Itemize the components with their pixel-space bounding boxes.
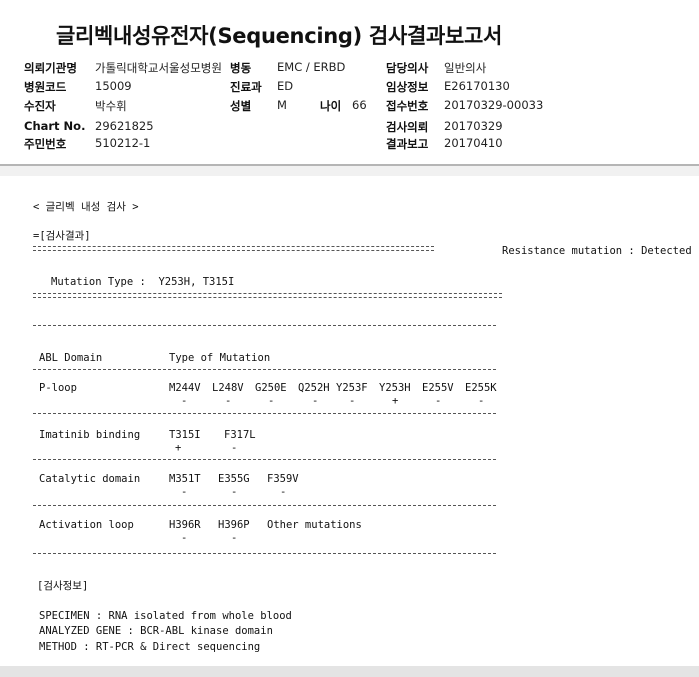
report-date-value: 20170410 <box>444 136 503 150</box>
mutation-mark: - <box>349 395 356 407</box>
mutation-code: Y253H <box>379 382 411 394</box>
receipt-no-label: 접수번호 <box>386 99 429 113</box>
mutation-code: E255K <box>465 382 497 394</box>
sex-label: 성별 <box>230 99 252 113</box>
doctor-value: 일반의사 <box>444 61 487 75</box>
mutation-mark: - <box>312 395 319 407</box>
mutation-mark: - <box>181 532 188 544</box>
ward-label: 병동 <box>230 61 252 75</box>
chart-no-value: 29621825 <box>95 119 154 133</box>
patient-label: 수진자 <box>24 99 56 113</box>
col-header-domain: ABL Domain <box>39 352 103 364</box>
request-date-label: 검사의뢰 <box>386 120 429 134</box>
result-header: =[검사결과] <box>33 230 91 242</box>
department-label: 진료과 <box>230 80 262 94</box>
bottom-bar <box>0 666 699 677</box>
mutation-mark: - <box>225 395 232 407</box>
report-header: 글리벡내성유전자(Sequencing) 검사결과보고서 의뢰기관명 가톨릭대학… <box>0 0 699 166</box>
mutation-mark: - <box>478 395 485 407</box>
col-header-type: Type of Mutation <box>169 352 271 364</box>
mutation-code: E255V <box>422 382 454 394</box>
section-gap <box>0 166 699 176</box>
mutation-code: G250E <box>255 382 287 394</box>
mutation-code: H396R <box>169 519 201 531</box>
table-rule <box>33 369 496 370</box>
mutation-code: L248V <box>212 382 244 394</box>
mutation-mark: - <box>231 532 238 544</box>
clinical-info-value: E26170130 <box>444 79 510 93</box>
institution-value: 가톨릭대학교서울성모병원 <box>95 61 222 75</box>
mutation-code: Y253F <box>336 382 368 394</box>
hospital-code-label: 병원코드 <box>24 80 67 94</box>
age-value: 66 <box>352 98 367 112</box>
request-date-value: 20170329 <box>444 119 503 133</box>
domain-name: P-loop <box>39 382 77 394</box>
department-value: ED <box>277 79 294 93</box>
method-line: METHOD : RT-PCR & Direct sequencing <box>39 641 261 653</box>
mutation-type: Mutation Type : Y253H, T315I <box>51 276 235 288</box>
ward-value: EMC / ERBD <box>277 60 346 74</box>
chart-no-label: Chart No. <box>24 119 86 133</box>
resistance-status: Resistance mutation : Detected <box>502 245 692 257</box>
institution-label: 의뢰기관명 <box>24 61 77 75</box>
domain-name: Activation loop <box>39 519 134 531</box>
specimen-line: SPECIMEN : RNA isolated from whole blood <box>39 610 292 622</box>
resident-no-label: 주민번호 <box>24 137 67 151</box>
mutation-mark: - <box>435 395 442 407</box>
patient-value: 박수휘 <box>95 99 127 113</box>
report-title: 글리벡내성유전자(Sequencing) 검사결과보고서 <box>56 24 503 48</box>
domain-name: Catalytic domain <box>39 473 141 485</box>
mutation-code: T315I <box>169 429 201 441</box>
mutation-mark: + <box>175 442 182 454</box>
domain-name: Imatinib binding <box>39 429 141 441</box>
mutation-code: Q252H <box>298 382 330 394</box>
double-rule <box>33 293 502 298</box>
mutation-mark: - <box>280 486 287 498</box>
gene-line: ANALYZED GENE : BCR-ABL kinase domain <box>39 625 273 637</box>
clinical-info-label: 임상정보 <box>386 80 429 94</box>
info-header: [검사정보] <box>37 580 89 592</box>
mutation-code: E355G <box>218 473 250 485</box>
mutation-code: Other mutations <box>267 519 362 531</box>
mutation-mark: - <box>268 395 275 407</box>
table-rule <box>33 459 496 460</box>
double-rule <box>33 246 434 251</box>
doctor-label: 담당의사 <box>386 61 429 75</box>
sex-value: M <box>277 98 287 112</box>
mutation-code: F317L <box>224 429 256 441</box>
table-rule <box>33 505 496 506</box>
mutation-mark: + <box>392 395 399 407</box>
mutation-code: H396P <box>218 519 250 531</box>
report-date-label: 결과보고 <box>386 137 429 151</box>
mutation-mark: - <box>231 486 238 498</box>
result-body: < 글리벡 내성 검사 > =[검사결과] Resistance mutatio… <box>0 176 699 666</box>
table-rule <box>33 325 496 326</box>
mutation-mark: - <box>231 442 238 454</box>
section-title: < 글리벡 내성 검사 > <box>33 201 139 213</box>
mutation-code: M244V <box>169 382 201 394</box>
receipt-no-value: 20170329-00033 <box>444 98 544 112</box>
age-label: 나이 <box>320 99 342 113</box>
mutation-code: M351T <box>169 473 201 485</box>
hospital-code-value: 15009 <box>95 79 132 93</box>
table-rule <box>33 553 496 554</box>
table-rule <box>33 413 496 414</box>
resident-no-value: 510212-1 <box>95 136 151 150</box>
mutation-mark: - <box>181 486 188 498</box>
mutation-mark: - <box>181 395 188 407</box>
mutation-code: F359V <box>267 473 299 485</box>
